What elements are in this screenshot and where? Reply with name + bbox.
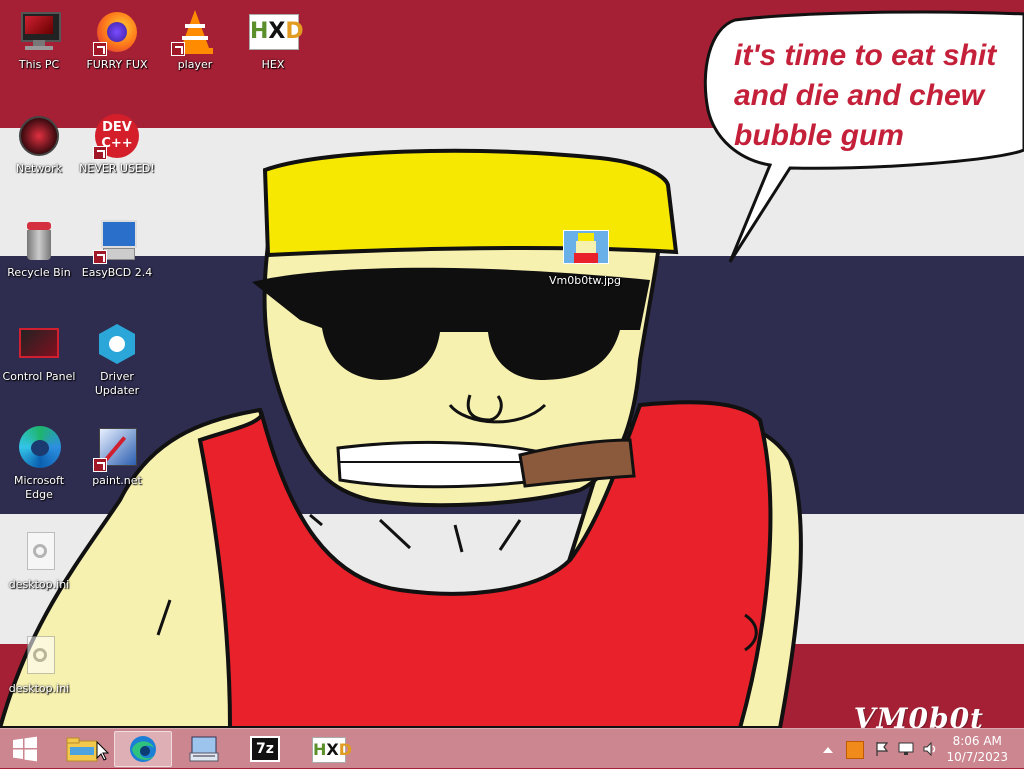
clock-date: 10/7/2023 bbox=[946, 750, 1008, 764]
desktop-icon-label: NEVER USED! bbox=[79, 162, 155, 175]
edge-icon bbox=[130, 736, 156, 762]
desktop-icon-vm0b0tw-jpg[interactable]: Vm0b0tw.jpg bbox=[546, 224, 624, 288]
on-screen-keyboard-icon bbox=[189, 736, 219, 762]
clock-time: 8:06 AM bbox=[952, 734, 1002, 748]
recycle-bin-icon bbox=[15, 216, 63, 264]
taskbar-edge[interactable] bbox=[114, 731, 172, 767]
vlc-cone-icon bbox=[171, 8, 219, 56]
shortcut-arrow-icon bbox=[171, 42, 185, 56]
desktop-icon-label: Recycle Bin bbox=[7, 266, 71, 279]
desktop-icon-label: desktop.ini bbox=[8, 682, 70, 695]
speech-line-3: bubble gum bbox=[734, 119, 904, 152]
desktop-icon-microsoft-edge[interactable]: Microsoft Edge bbox=[0, 424, 78, 502]
taskbar-file-explorer[interactable] bbox=[56, 731, 114, 767]
desktop-icon-easybcd[interactable]: EasyBCD 2.4 bbox=[78, 216, 156, 280]
desktop-icon-network[interactable]: Network bbox=[0, 112, 78, 176]
desktop-icon-label: desktop.ini bbox=[8, 578, 70, 591]
settings-file-icon bbox=[15, 528, 63, 576]
desktop-icon-recycle-bin[interactable]: Recycle Bin bbox=[0, 216, 78, 280]
hxd-icon: HXD bbox=[312, 737, 352, 763]
shortcut-arrow-icon bbox=[93, 250, 107, 264]
settings-file-icon bbox=[15, 632, 63, 680]
desktop-icon-label: FURRY FUX bbox=[86, 58, 148, 71]
edge-icon bbox=[15, 424, 63, 472]
7zip-icon: 7z bbox=[250, 736, 280, 762]
taskbar: 7z HXD 8:06 AM 10/7/2023 bbox=[0, 728, 1024, 768]
tray-app-icon[interactable] bbox=[846, 741, 864, 759]
dev-cpp-icon: DEV C++ bbox=[93, 112, 141, 160]
desktop-icon-paintnet[interactable]: paint.net bbox=[78, 424, 156, 488]
desktop-icon-this-pc[interactable]: This PC bbox=[0, 8, 78, 72]
desktop-icon-control-panel[interactable]: Control Panel bbox=[0, 320, 78, 384]
shortcut-arrow-icon bbox=[93, 146, 107, 160]
desktop-icon-player[interactable]: player bbox=[156, 8, 234, 72]
desktop-icon-label: Microsoft Edge bbox=[13, 474, 65, 501]
easybcd-icon bbox=[93, 216, 141, 264]
driver-updater-icon bbox=[93, 320, 141, 368]
speech-line-1: it's time to eat shit bbox=[734, 39, 997, 72]
desktop-icon-hex[interactable]: HXD HEX bbox=[234, 8, 312, 72]
desktop-icon-label: EasyBCD 2.4 bbox=[81, 266, 153, 279]
paintnet-icon bbox=[93, 424, 141, 472]
desktop[interactable]: it's time to eat shit and die and chew b… bbox=[0, 0, 1024, 728]
desktop-icon-label: This PC bbox=[18, 58, 60, 71]
speech-text: it's time to eat shit and die and chew b… bbox=[734, 36, 996, 156]
image-file-icon bbox=[561, 224, 609, 272]
control-panel-icon bbox=[15, 320, 63, 368]
speech-line-2: and die and chew bbox=[734, 79, 985, 112]
desktop-icon-label: HEX bbox=[261, 58, 285, 71]
system-tray: 8:06 AM 10/7/2023 bbox=[816, 729, 1024, 769]
desktop-icon-label: Driver Updater bbox=[94, 370, 140, 397]
start-button[interactable] bbox=[0, 729, 50, 769]
desktop-icon-never-used[interactable]: DEV C++ NEVER USED! bbox=[78, 112, 156, 176]
desktop-icon-label: player bbox=[177, 58, 213, 71]
desktop-icon-driver-updater[interactable]: Driver Updater bbox=[78, 320, 156, 398]
desktop-icon-label: Vm0b0tw.jpg bbox=[548, 274, 622, 287]
shortcut-arrow-icon bbox=[93, 458, 107, 472]
shortcut-arrow-icon bbox=[93, 42, 107, 56]
desktop-icon-label: Network bbox=[16, 162, 62, 175]
taskbar-7zip[interactable]: 7z bbox=[238, 731, 296, 767]
network-icon bbox=[15, 112, 63, 160]
desktop-icon-label: paint.net bbox=[92, 474, 142, 487]
desktop-icon-label: Control Panel bbox=[2, 370, 76, 383]
desktop-icon-furry-fux[interactable]: FURRY FUX bbox=[78, 8, 156, 72]
taskbar-on-screen-keyboard[interactable] bbox=[176, 731, 234, 767]
action-center-flag-icon[interactable] bbox=[874, 741, 890, 757]
network-tray-icon[interactable] bbox=[898, 741, 914, 757]
desktop-icon-desktop-ini-2[interactable]: desktop.ini bbox=[0, 632, 78, 696]
clock[interactable]: 8:06 AM 10/7/2023 bbox=[946, 733, 1008, 765]
hxd-icon: HXD bbox=[249, 8, 304, 56]
mouse-cursor-icon bbox=[96, 741, 110, 761]
computer-icon bbox=[15, 8, 63, 56]
desktop-icon-desktop-ini[interactable]: desktop.ini bbox=[0, 528, 78, 592]
firefox-icon bbox=[93, 8, 141, 56]
wallpaper-watermark: VM0b0t bbox=[853, 702, 984, 728]
windows-logo-icon bbox=[13, 736, 37, 762]
volume-icon[interactable] bbox=[922, 741, 938, 757]
file-explorer-icon bbox=[66, 737, 98, 762]
taskbar-hxd[interactable]: HXD bbox=[300, 731, 358, 767]
chevron-up-icon[interactable] bbox=[822, 745, 834, 755]
